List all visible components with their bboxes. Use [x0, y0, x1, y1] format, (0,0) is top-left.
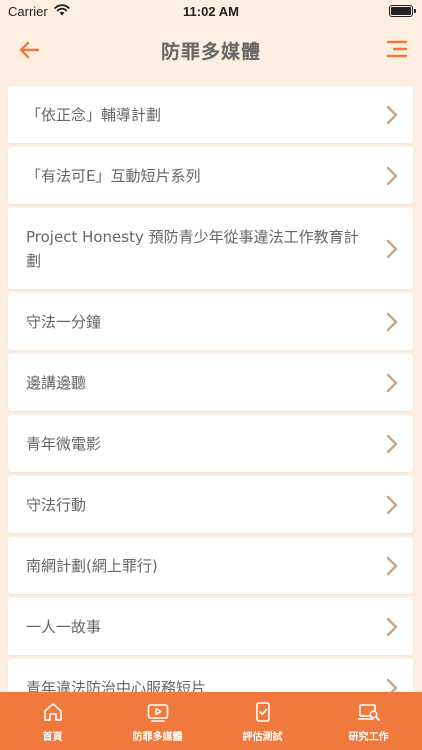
chevron-right-icon — [385, 165, 399, 187]
list-item[interactable]: 守法一分鐘 — [8, 293, 413, 350]
list-item[interactable]: Project Honesty 預防青少年從事違法工作教育計劃 — [8, 208, 413, 289]
tab-crime-prevention-media[interactable]: 防罪多媒體 — [105, 692, 210, 750]
list-item-label: 守法行動 — [26, 495, 87, 514]
list-item-label: Project Honesty 預防青少年從事違法工作教育計劃 — [26, 227, 359, 270]
chevron-right-icon — [385, 677, 399, 692]
list-item[interactable]: 南網計劃(網上罪行) — [8, 537, 413, 594]
list-item[interactable]: 守法行動 — [8, 476, 413, 533]
chevron-right-icon — [385, 433, 399, 455]
chevron-right-icon — [385, 311, 399, 333]
tab-bar: 首頁 防罪多媒體 評估測試 研究工作 — [0, 692, 422, 750]
menu-icon[interactable] — [386, 38, 408, 60]
tab-label: 研究工作 — [348, 732, 389, 743]
status-time: 11:02 AM — [183, 4, 239, 19]
status-bar: Carrier 11:02 AM — [0, 0, 422, 24]
tab-label: 首頁 — [42, 732, 63, 743]
tab-assessment[interactable]: 評估測試 — [210, 692, 315, 750]
list-item-label: 守法一分鐘 — [26, 312, 102, 331]
list-item[interactable]: 邊講邊聽 — [8, 354, 413, 411]
list-item-label: 青年微電影 — [26, 434, 102, 453]
list-item[interactable]: 青年微電影 — [8, 415, 413, 472]
list-item[interactable]: 一人一故事 — [8, 598, 413, 655]
list-item[interactable]: 青年違法防治中心服務短片 — [8, 659, 413, 692]
chevron-right-icon — [385, 616, 399, 638]
list-item-label: 南網計劃(網上罪行) — [26, 556, 158, 575]
battery-icon — [389, 5, 416, 17]
tab-home[interactable]: 首頁 — [0, 692, 105, 750]
chevron-right-icon — [385, 238, 399, 260]
tab-label: 評估測試 — [242, 732, 283, 743]
list-item[interactable]: 「依正念」輔導計劃 — [8, 86, 413, 143]
chevron-right-icon — [385, 104, 399, 126]
tab-label: 防罪多媒體 — [132, 732, 183, 743]
list-item-label: 邊講邊聽 — [26, 373, 87, 392]
video-icon — [146, 700, 170, 724]
list-item-label: 青年違法防治中心服務短片 — [26, 678, 207, 693]
chevron-right-icon — [385, 372, 399, 394]
tab-research[interactable]: 研究工作 — [315, 692, 422, 750]
chevron-right-icon — [385, 494, 399, 516]
list-item[interactable]: 「有法可E」互動短片系列 — [8, 147, 413, 204]
assessment-icon — [251, 700, 275, 724]
list-item-label: 「依正念」輔導計劃 — [26, 105, 162, 124]
list-item-label: 一人一故事 — [26, 617, 102, 636]
page-title: 防罪多媒體 — [160, 41, 261, 63]
navigation-bar: 防罪多媒體 — [0, 24, 422, 76]
research-icon — [357, 700, 381, 724]
chevron-right-icon — [385, 555, 399, 577]
list-item-label: 「有法可E」互動短片系列 — [26, 166, 201, 185]
media-list: 「依正念」輔導計劃 「有法可E」互動短片系列 Project Honesty 預… — [0, 84, 422, 692]
home-icon — [41, 700, 65, 724]
